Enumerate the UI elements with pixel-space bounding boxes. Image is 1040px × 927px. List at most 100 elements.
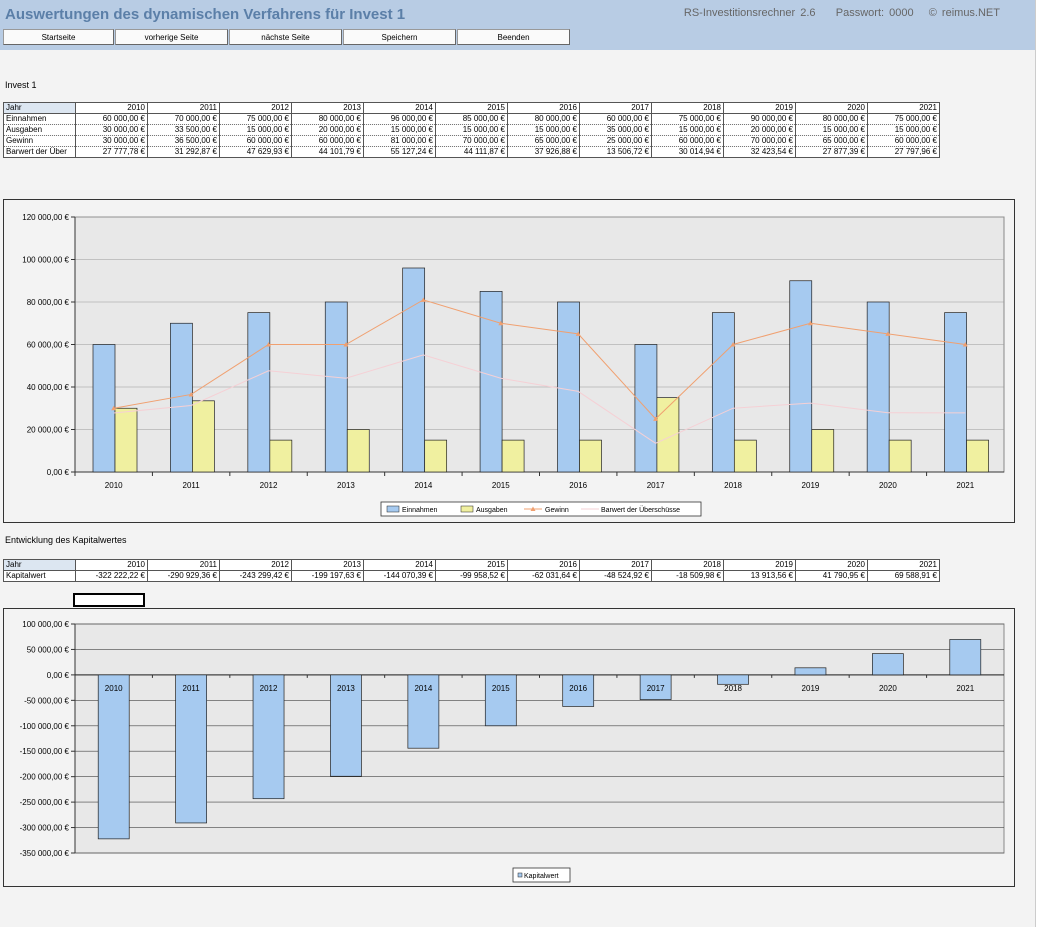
value-cell[interactable]: 35 000,00 €	[579, 124, 652, 136]
value-cell[interactable]: 15 000,00 €	[219, 124, 292, 136]
value-cell[interactable]: 81 000,00 €	[363, 135, 436, 147]
value-cell[interactable]: 75 000,00 €	[219, 113, 292, 125]
row-label-year[interactable]: Jahr	[3, 559, 76, 571]
year-header-cell[interactable]: 2010	[75, 559, 148, 571]
value-cell[interactable]: 27 877,39 €	[795, 146, 868, 158]
value-cell[interactable]: 33 500,00 €	[147, 124, 220, 136]
year-header-cell[interactable]: 2016	[507, 559, 580, 571]
value-cell[interactable]: 90 000,00 €	[723, 113, 796, 125]
value-cell[interactable]: 30 014,94 €	[651, 146, 724, 158]
value-cell[interactable]: 15 000,00 €	[867, 124, 940, 136]
year-header-cell[interactable]: 2017	[579, 559, 652, 571]
year-header-cell[interactable]: 2011	[147, 102, 220, 114]
value-cell[interactable]: 75 000,00 €	[867, 113, 940, 125]
previous-page-button[interactable]: vorherige Seite	[115, 29, 228, 45]
y-tick-label: -100 000,00 €	[20, 722, 70, 731]
row-label-cell[interactable]: Barwert der Über	[3, 146, 76, 158]
value-cell[interactable]: 75 000,00 €	[651, 113, 724, 125]
year-header-cell[interactable]: 2018	[651, 559, 724, 571]
value-cell[interactable]: 85 000,00 €	[435, 113, 508, 125]
value-cell[interactable]: 31 292,87 €	[147, 146, 220, 158]
value-cell[interactable]: 37 926,88 €	[507, 146, 580, 158]
year-header-cell[interactable]: 2012	[219, 559, 292, 571]
value-cell[interactable]: 60 000,00 €	[651, 135, 724, 147]
value-cell[interactable]: 30 000,00 €	[75, 135, 148, 147]
value-cell[interactable]: 80 000,00 €	[507, 113, 580, 125]
value-cell[interactable]: 15 000,00 €	[363, 124, 436, 136]
row-label-cell[interactable]: Einnahmen	[3, 113, 76, 125]
year-header-cell[interactable]: 2021	[867, 102, 940, 114]
value-cell[interactable]: 70 000,00 €	[435, 135, 508, 147]
next-page-button[interactable]: nächste Seite	[229, 29, 342, 45]
y-tick-label: -350 000,00 €	[20, 849, 70, 858]
value-cell[interactable]: -199 197,63 €	[291, 570, 364, 582]
start-page-button[interactable]: Startseite	[3, 29, 114, 45]
year-header-cell[interactable]: 2020	[795, 102, 868, 114]
year-header-cell[interactable]: 2013	[291, 102, 364, 114]
value-cell[interactable]: 41 790,95 €	[795, 570, 868, 582]
year-header-cell[interactable]: 2014	[363, 102, 436, 114]
row-label-cell[interactable]: Kapitalwert	[3, 570, 76, 582]
value-cell[interactable]: 20 000,00 €	[723, 124, 796, 136]
value-cell[interactable]: 13 913,56 €	[723, 570, 796, 582]
value-cell[interactable]: 32 423,54 €	[723, 146, 796, 158]
value-cell[interactable]: 44 101,79 €	[291, 146, 364, 158]
value-cell[interactable]: 80 000,00 €	[795, 113, 868, 125]
year-header-cell[interactable]: 2015	[435, 102, 508, 114]
value-cell[interactable]: 47 629,93 €	[219, 146, 292, 158]
year-header-cell[interactable]: 2011	[147, 559, 220, 571]
row-label-cell[interactable]: Ausgaben	[3, 124, 76, 136]
value-cell[interactable]: 96 000,00 €	[363, 113, 436, 125]
value-cell[interactable]: 60 000,00 €	[291, 135, 364, 147]
value-cell[interactable]: 27 777,78 €	[75, 146, 148, 158]
value-cell[interactable]: 15 000,00 €	[435, 124, 508, 136]
value-cell[interactable]: 27 797,96 €	[867, 146, 940, 158]
value-cell[interactable]: 20 000,00 €	[291, 124, 364, 136]
value-cell[interactable]: -18 509,98 €	[651, 570, 724, 582]
value-cell[interactable]: 69 588,91 €	[867, 570, 940, 582]
value-cell[interactable]: 15 000,00 €	[651, 124, 724, 136]
year-header-cell[interactable]: 2015	[435, 559, 508, 571]
value-cell[interactable]: 36 500,00 €	[147, 135, 220, 147]
value-cell[interactable]: 80 000,00 €	[291, 113, 364, 125]
year-header-cell[interactable]: 2021	[867, 559, 940, 571]
value-cell[interactable]: 30 000,00 €	[75, 124, 148, 136]
row-label-year[interactable]: Jahr	[3, 102, 76, 114]
value-cell[interactable]: 70 000,00 €	[723, 135, 796, 147]
year-header-cell[interactable]: 2020	[795, 559, 868, 571]
value-cell[interactable]: 15 000,00 €	[795, 124, 868, 136]
quit-button[interactable]: Beenden	[457, 29, 570, 45]
year-header-cell[interactable]: 2017	[579, 102, 652, 114]
value-cell[interactable]: 60 000,00 €	[867, 135, 940, 147]
value-cell[interactable]: 60 000,00 €	[219, 135, 292, 147]
year-header-cell[interactable]: 2014	[363, 559, 436, 571]
year-header-cell[interactable]: 2018	[651, 102, 724, 114]
value-cell[interactable]: -48 524,92 €	[579, 570, 652, 582]
value-cell[interactable]: 70 000,00 €	[147, 113, 220, 125]
year-header-cell[interactable]: 2010	[75, 102, 148, 114]
value-cell[interactable]: 65 000,00 €	[795, 135, 868, 147]
year-header-cell[interactable]: 2013	[291, 559, 364, 571]
value-cell[interactable]: 15 000,00 €	[507, 124, 580, 136]
value-cell[interactable]: 13 506,72 €	[579, 146, 652, 158]
selected-cell[interactable]	[73, 593, 145, 607]
year-header-cell[interactable]: 2012	[219, 102, 292, 114]
value-cell[interactable]: -99 958,52 €	[435, 570, 508, 582]
value-cell[interactable]: 25 000,00 €	[579, 135, 652, 147]
row-label-cell[interactable]: Gewinn	[3, 135, 76, 147]
year-header-cell[interactable]: 2019	[723, 102, 796, 114]
value-cell[interactable]: 60 000,00 €	[75, 113, 148, 125]
year-header-cell[interactable]: 2016	[507, 102, 580, 114]
value-cell[interactable]: -243 299,42 €	[219, 570, 292, 582]
value-cell[interactable]: -62 031,64 €	[507, 570, 580, 582]
y-tick-label: 100 000,00 €	[22, 620, 69, 629]
value-cell[interactable]: 60 000,00 €	[579, 113, 652, 125]
save-button[interactable]: Speichern	[343, 29, 456, 45]
value-cell[interactable]: 65 000,00 €	[507, 135, 580, 147]
value-cell[interactable]: -144 070,39 €	[363, 570, 436, 582]
value-cell[interactable]: -322 222,22 €	[75, 570, 148, 582]
year-header-cell[interactable]: 2019	[723, 559, 796, 571]
value-cell[interactable]: 44 111,87 €	[435, 146, 508, 158]
value-cell[interactable]: 55 127,24 €	[363, 146, 436, 158]
value-cell[interactable]: -290 929,36 €	[147, 570, 220, 582]
